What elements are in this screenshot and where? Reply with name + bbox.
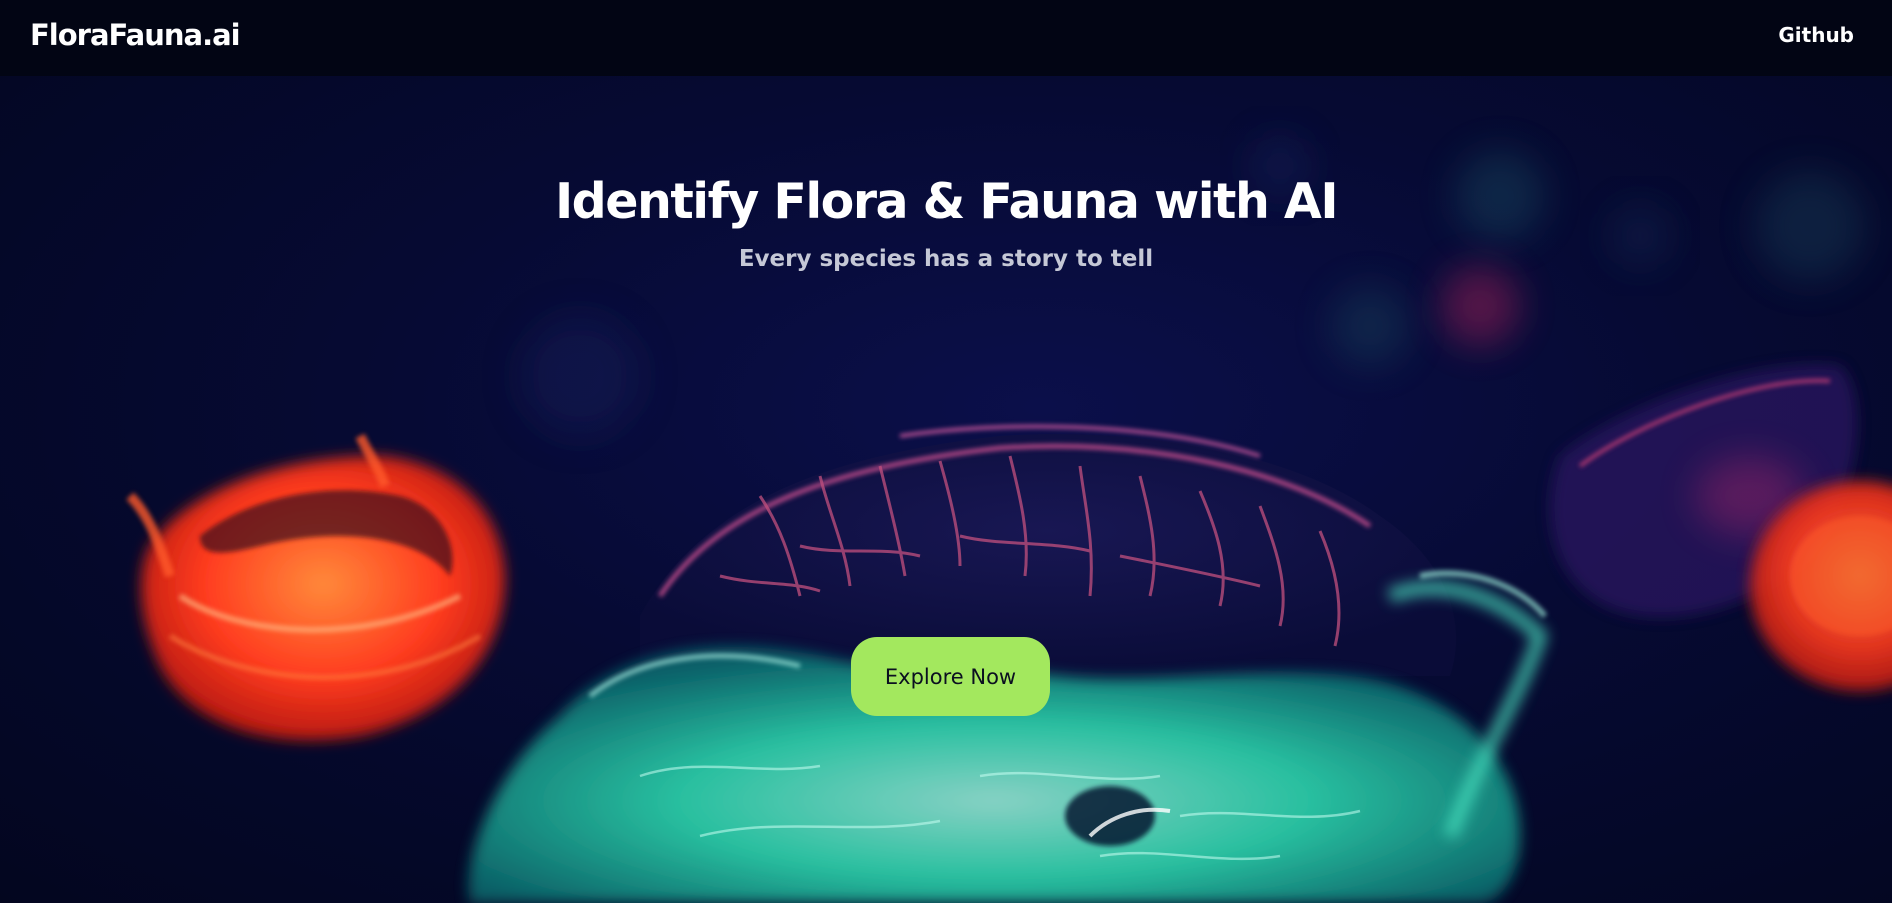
hero-subtitle: Every species has a story to tell <box>738 246 1154 272</box>
brand-logo-link[interactable]: FloraFauna.ai <box>30 17 241 53</box>
hero-title: Identify Flora & Fauna with AI <box>554 173 1339 230</box>
github-link[interactable]: Github <box>1778 22 1854 48</box>
top-navbar: FloraFauna.ai Github <box>0 0 1892 76</box>
explore-now-button[interactable]: Explore Now <box>851 637 1050 716</box>
hero-section: Identify Flora & Fauna with AI Every spe… <box>0 76 1892 903</box>
landing-page: FloraFauna.ai Github Identify Flora & Fa… <box>0 0 1892 903</box>
